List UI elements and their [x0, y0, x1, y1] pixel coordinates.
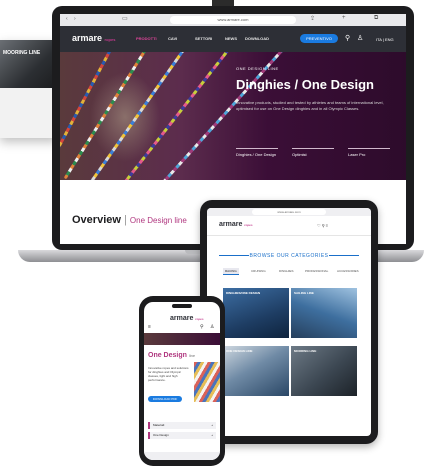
nav-sectors[interactable]: SETTORI [195, 36, 212, 41]
user-icon[interactable]: ♙ [357, 34, 363, 42]
subcategory-laser[interactable]: Laser Pro [348, 148, 390, 158]
tablet-browser-bar: www.armare.com [207, 208, 371, 216]
phone-accordion-row[interactable]: One Design + [148, 432, 216, 439]
tablet-screen: www.armare.com armare ropes ♡ ⚲ ≡ BROWSE… [207, 208, 371, 436]
category-label: SAILING LINE [294, 291, 314, 295]
phone-notch [172, 304, 192, 308]
logo-subtext: ropes [104, 37, 116, 42]
one-design-link[interactable]: One Design line [130, 216, 187, 225]
category-card-sailing[interactable]: SAILING LINE [291, 288, 357, 338]
hero-banner: ONE DESIGN LINE Dinghies / One Design In… [60, 52, 406, 180]
category-card-one-design[interactable]: ONE DESIGN LINE [223, 346, 289, 396]
phone-menu-icon[interactable]: ≡ [148, 324, 151, 330]
category-label: MOORING LINE [294, 349, 317, 353]
tablet-logo[interactable]: armare ropes [219, 221, 252, 228]
address-bar[interactable]: www.armare.com [170, 16, 296, 24]
sidebar-icon[interactable]: ▭ [122, 15, 128, 22]
nav-ropes[interactable]: CAVI [168, 36, 177, 41]
phone-title-text: One Design [148, 352, 187, 359]
tablet-divider [207, 235, 371, 236]
phone-rope-image [194, 362, 220, 402]
phone-search-icon[interactable]: ⚲ [200, 324, 204, 330]
mooring-label: MOORING LINE [3, 50, 41, 56]
phone-row-label: Materiali [153, 423, 165, 427]
category-card-mooring[interactable]: MOORING LINE [291, 346, 357, 396]
nav-products[interactable]: PRODOTTI [136, 36, 157, 41]
tablet-logo-subtext: ropes [244, 223, 253, 227]
overview-heading: Overview | One Design line [72, 214, 187, 226]
tabs-icon[interactable]: ⧉ [374, 15, 378, 22]
tab-accessories[interactable]: ACCESSORIES [335, 268, 361, 274]
phone-logo-text: armare [170, 315, 194, 322]
hero-text: Innovative products, studied and tested … [236, 100, 384, 111]
background-card: MOORING LINE [0, 40, 58, 138]
subcategory-optimist[interactable]: Optimist [292, 148, 334, 158]
phone-logo[interactable]: armare ropes [170, 315, 203, 322]
overview-separator: | [123, 214, 127, 226]
hero-tag: ONE DESIGN LINE [236, 66, 279, 71]
overview-title: Overview [72, 214, 121, 226]
quote-button[interactable]: PREVENTIVO [300, 34, 338, 43]
tab-professional[interactable]: PROFESSIONAL [303, 268, 330, 274]
logo-text: armare [72, 33, 103, 43]
phone-download-button[interactable]: DOWNLOAD PDF [148, 396, 182, 402]
language-switch[interactable]: ITA | ENG [376, 37, 394, 42]
plus-icon: + [211, 423, 213, 427]
back-icon[interactable]: ‹ [66, 16, 68, 22]
armare-logo[interactable]: armare ropes [72, 33, 115, 43]
phone-title: One Design line [148, 352, 195, 359]
tab-dinghies[interactable]: DINGHIES [277, 268, 296, 274]
category-label: DINGHIES/ONE DESIGN [226, 291, 261, 295]
search-icon[interactable]: ⚲ [345, 34, 350, 42]
phone-screen: armare ropes ≡ ⚲ ♙ One Design line Innov… [144, 302, 220, 460]
tab-racing[interactable]: RACING [223, 268, 239, 275]
tablet-header-icons[interactable]: ♡ ⚲ ≡ [317, 223, 328, 228]
share-icon[interactable]: ⇪ [310, 15, 315, 22]
hero-title: Dinghies / One Design [236, 77, 374, 92]
phone-hero-strip [144, 333, 220, 345]
categories-title: BROWSE OUR CATEGORIES [249, 253, 329, 259]
tablet-address-bar[interactable]: www.armare.com [252, 209, 326, 215]
phone-row-label: One Design [153, 433, 169, 437]
new-tab-icon[interactable]: + [342, 15, 346, 21]
phone-logo-subtext: ropes [195, 317, 204, 321]
subcategory-dinghies[interactable]: Dinghies / One Design [236, 148, 278, 158]
plus-icon: + [211, 433, 213, 437]
phone-browser-bar [144, 452, 220, 460]
phone-accordion-row[interactable]: Materiali + [148, 422, 216, 429]
mooring-image [0, 40, 58, 88]
phone-body-text: Innovative ropes and solutions for dingh… [148, 366, 189, 382]
category-card-dinghies[interactable]: DINGHIES/ONE DESIGN [223, 288, 289, 338]
browser-bar: ‹ › ▭ www.armare.com ⇪ + ⧉ [60, 14, 406, 26]
forward-icon[interactable]: › [74, 16, 76, 22]
site-nav: armare ropes PRODOTTI CAVI SETTORI NEWS … [60, 26, 406, 52]
nav-download[interactable]: DOWNLOAD [245, 36, 269, 41]
phone-user-icon[interactable]: ♙ [210, 324, 214, 330]
tablet-logo-text: armare [219, 221, 243, 228]
tab-cruising[interactable]: CRUISING [249, 268, 268, 274]
phone-title-light: line [188, 353, 196, 358]
category-label: ONE DESIGN LINE [226, 349, 253, 353]
nav-news[interactable]: NEWS [225, 36, 237, 41]
